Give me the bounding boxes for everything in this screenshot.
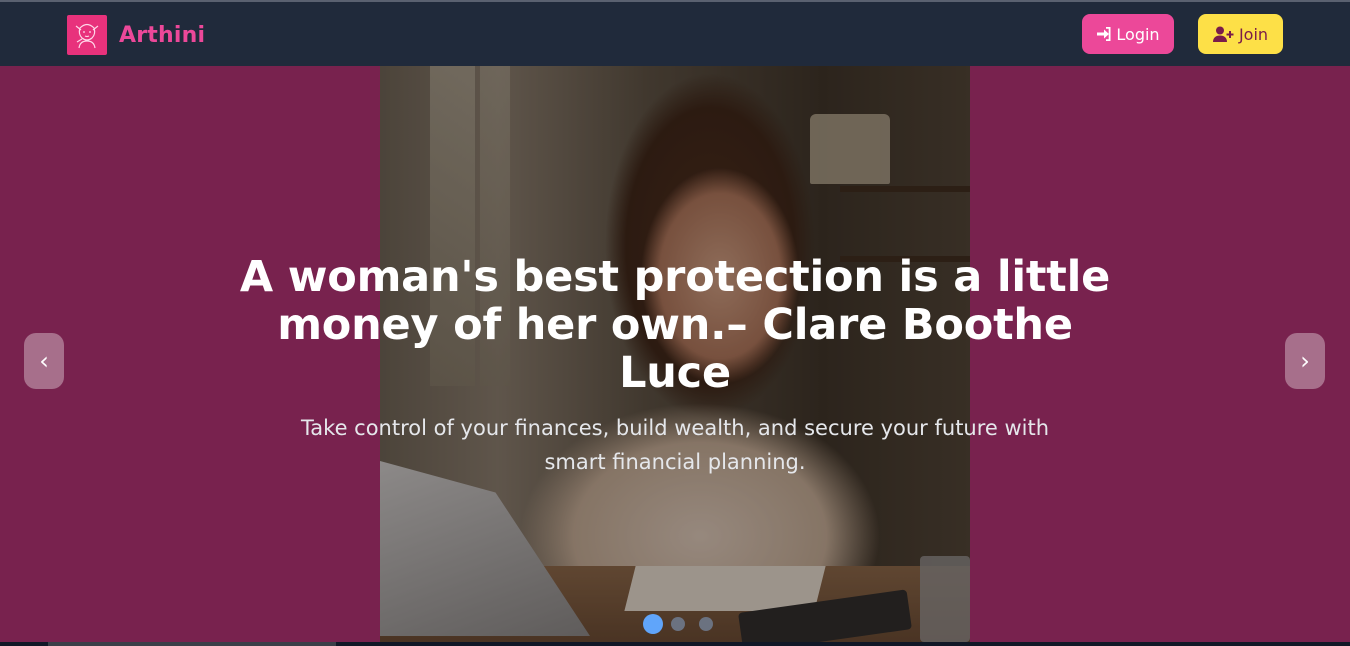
user-plus-icon bbox=[1212, 26, 1234, 42]
join-button[interactable]: Join bbox=[1198, 14, 1283, 54]
carousel-next-button[interactable]: › bbox=[1285, 333, 1325, 389]
login-button[interactable]: Login bbox=[1082, 14, 1174, 54]
carousel-dot-3[interactable] bbox=[699, 617, 713, 631]
navbar: Arthini Login Join bbox=[0, 0, 1350, 66]
scrollbar-thumb[interactable] bbox=[48, 642, 336, 646]
carousel-indicators bbox=[643, 614, 727, 634]
hero-carousel: A woman's best protection is a little mo… bbox=[0, 66, 1350, 642]
woman-portrait-icon bbox=[67, 15, 107, 55]
hero-headline: A woman's best protection is a little mo… bbox=[239, 252, 1111, 398]
horizontal-scrollbar[interactable] bbox=[0, 642, 1350, 646]
brand-name: Arthini bbox=[119, 22, 206, 48]
carousel-dot-2[interactable] bbox=[671, 617, 685, 631]
carousel-prev-button[interactable]: ‹ bbox=[24, 333, 64, 389]
join-label: Join bbox=[1238, 24, 1269, 44]
sign-in-icon bbox=[1097, 27, 1111, 41]
hero-subtitle: Take control of your finances, build wea… bbox=[300, 416, 1050, 474]
login-label: Login bbox=[1116, 24, 1160, 44]
brand[interactable]: Arthini bbox=[67, 15, 205, 55]
carousel-dot-1[interactable] bbox=[643, 614, 663, 634]
